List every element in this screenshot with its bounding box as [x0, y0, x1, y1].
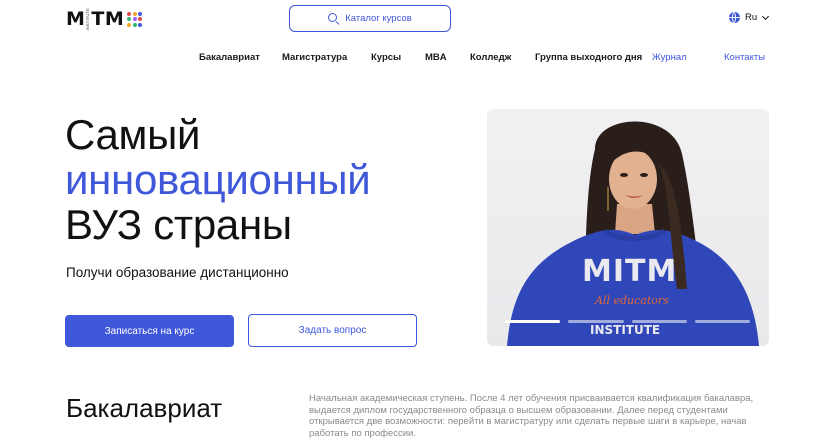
logo-dot — [127, 17, 132, 21]
carousel-dot-4[interactable] — [694, 320, 750, 323]
enroll-button[interactable]: Записаться на курс — [65, 315, 234, 347]
language-selector[interactable]: Ru — [729, 12, 770, 23]
logo-dot — [138, 11, 143, 16]
main-nav: Бакалавриат Магистратура Курсы MBA Колле… — [0, 52, 832, 66]
logo[interactable]: M INSTITUTE TM — [66, 7, 143, 31]
carousel-dot-1[interactable] — [505, 320, 561, 323]
logo-dot — [138, 22, 143, 27]
search-icon — [328, 13, 339, 24]
catalog-search-button[interactable]: Каталог курсов — [289, 5, 451, 32]
hero-title-line-1: Самый — [65, 111, 201, 158]
section-description: Начальная академическая ступень. После 4… — [309, 393, 754, 439]
section-title: Бакалавриат — [66, 393, 223, 423]
hero-title-line-3: ВУЗ страны — [65, 201, 292, 248]
ask-question-button[interactable]: Задать вопрос — [248, 314, 417, 347]
svg-text:MITM: MITM — [582, 254, 677, 289]
hero-subtitle: Получи образование дистанционно — [66, 265, 289, 280]
chevron-down-icon — [762, 12, 770, 20]
logo-dot — [127, 11, 132, 16]
logo-dot — [127, 22, 132, 27]
nav-item-master[interactable]: Магистратура — [282, 52, 347, 63]
logo-text-m: M — [66, 8, 86, 30]
nav-item-bachelor[interactable]: Бакалавриат — [199, 52, 260, 63]
nav-item-journal[interactable]: Журнал — [652, 52, 687, 63]
nav-item-courses[interactable]: Курсы — [371, 52, 401, 63]
globe-icon — [729, 12, 740, 23]
logo-dots-icon — [127, 11, 143, 27]
language-value: Ru — [745, 12, 758, 23]
carousel-dot-2[interactable] — [568, 320, 624, 323]
hero-photo: MITM All educators INSTITUTE — [487, 109, 769, 346]
logo-subtext: INSTITUTE — [85, 7, 91, 31]
hero-title-accent: инновационный — [65, 156, 371, 203]
nav-item-weekend-group[interactable]: Группа выходного дня — [535, 52, 642, 63]
hero-title: Самый инновационный ВУЗ страны — [65, 111, 371, 248]
nav-item-mba[interactable]: MBA — [425, 52, 447, 63]
nav-item-college[interactable]: Колледж — [470, 52, 511, 63]
student-photo-illustration: MITM All educators INSTITUTE — [507, 121, 759, 346]
logo-dot — [132, 22, 137, 27]
logo-dot — [132, 17, 137, 21]
svg-text:INSTITUTE: INSTITUTE — [590, 323, 660, 337]
carousel-dot-3[interactable] — [631, 320, 687, 323]
carousel-indicators — [505, 320, 750, 323]
svg-text:All educators: All educators — [594, 294, 669, 307]
logo-dot — [138, 17, 143, 21]
search-label: Каталог курсов — [345, 13, 412, 24]
logo-dot — [132, 11, 137, 16]
logo-text-tm: TM — [91, 8, 125, 30]
nav-item-contacts[interactable]: Контакты — [724, 52, 765, 63]
